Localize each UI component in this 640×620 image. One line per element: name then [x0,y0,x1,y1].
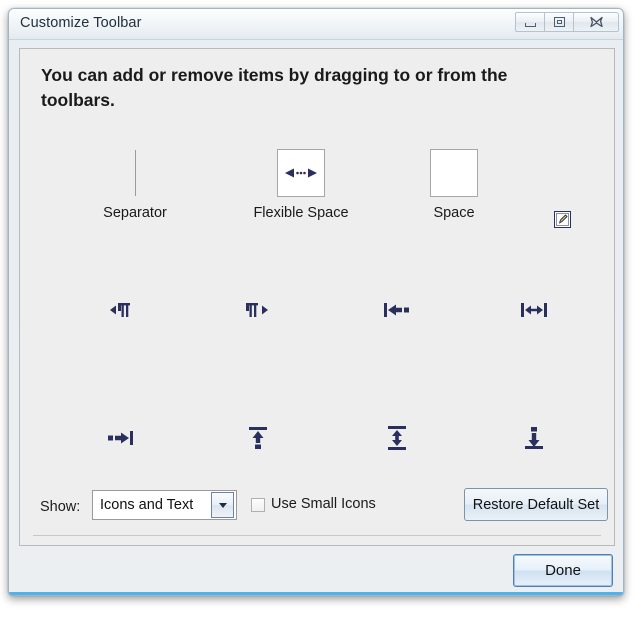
pencil-edit-icon[interactable] [554,211,571,228]
maximize-button[interactable] [544,12,574,32]
align-top-icon[interactable] [238,418,278,458]
close-button[interactable] [573,12,619,32]
controls-divider [33,535,601,536]
bar-arrow-left-square-icon[interactable] [377,290,417,330]
panel-controls: Show: Icons and Text Use Small Icons Res… [20,473,614,545]
show-select-value: Icons and Text [100,497,194,513]
close-icon [589,16,604,29]
align-bottom-icon[interactable] [514,418,554,458]
use-small-icons-label[interactable]: Use Small Icons [271,496,376,512]
arrow-right-pilcrow-icon[interactable] [100,290,140,330]
done-button[interactable]: Done [513,554,613,587]
restore-default-set-button[interactable]: Restore Default Set [464,488,608,521]
flexible-space-icon [277,149,325,197]
item-flexible-space[interactable]: Flexible Space [231,144,371,221]
minimize-button[interactable] [515,12,545,32]
distribute-horizontal-icon[interactable] [514,290,554,330]
item-label: Space [433,205,475,221]
show-label: Show: [40,499,81,515]
item-space[interactable]: Space [384,144,524,221]
separator-icon [65,144,205,202]
item-separator[interactable]: Separator [65,144,205,221]
panel-heading: You can add or remove items by dragging … [41,65,508,110]
square-arrow-right-bar-icon[interactable] [100,418,140,458]
named-items-row: Separator Flexible Space Space [20,144,614,244]
show-select[interactable]: Icons and Text [92,490,237,520]
distribute-vertical-icon[interactable] [377,418,417,458]
maximize-icon [553,17,565,27]
chevron-down-icon[interactable] [211,492,234,518]
space-icon [430,149,478,197]
use-small-icons-checkbox[interactable] [251,498,265,512]
window-controls [515,12,619,32]
items-panel: You can add or remove items by dragging … [19,48,615,546]
item-label: Separator [103,205,167,221]
dialog-footer: Done [19,546,613,594]
minimize-icon [524,22,536,27]
title-bar: Customize Toolbar [9,9,623,40]
pilcrow-arrow-left-icon[interactable] [238,290,278,330]
customize-toolbar-window: Customize Toolbar You can add or remove … [8,8,624,596]
toolbar-icon-row-2 [20,418,614,458]
window-title: Customize Toolbar [20,15,142,31]
item-label: Flexible Space [253,205,349,221]
toolbar-icon-row-1 [20,290,614,330]
